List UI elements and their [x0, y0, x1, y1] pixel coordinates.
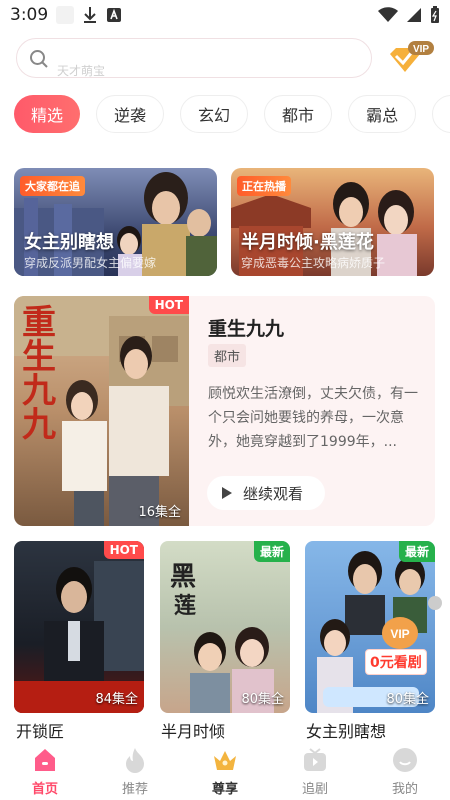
featured-poster[interactable]: 重生九九 HOT 16集全	[14, 296, 189, 526]
nav-recommend[interactable]: 推荐	[90, 742, 180, 800]
promo-label[interactable]: 0元看剧	[365, 649, 427, 675]
status-time: 3:09	[10, 5, 49, 25]
continue-label: 继续观看	[243, 484, 304, 503]
bottom-nav: 首页 推荐 尊享 追剧 我的	[0, 742, 450, 800]
drama-card[interactable]: 黑 莲 最新 80集全	[160, 541, 290, 713]
featured-title: 重生九九	[208, 318, 285, 340]
battery-icon	[431, 6, 439, 23]
wifi-icon	[378, 7, 398, 22]
play-icon	[222, 487, 232, 499]
hot-badge: HOT	[148, 296, 189, 314]
banner-card[interactable]: 正在热播 半月时倾·黑莲花 穿成恶毒公主攻略病娇质子	[231, 168, 434, 276]
featured-drama-card[interactable]: 重生九九 HOT 16集全 重生九九 都市 顾悦欢生活潦倒，丈夫欠债，有一个只会…	[14, 296, 435, 526]
profile-icon	[393, 748, 417, 772]
episode-count: 16集全	[138, 505, 181, 520]
nav-home[interactable]: 首页	[0, 742, 90, 800]
tab-nixi[interactable]: 逆袭	[96, 95, 165, 133]
drama-card-title[interactable]: 半月时倾	[161, 718, 225, 742]
search-row: 天才萌宝 VIP	[16, 38, 436, 80]
nav-label: 尊享	[211, 782, 238, 797]
svg-text:VIP: VIP	[413, 44, 429, 55]
new-badge: 最新	[398, 541, 435, 562]
drama-card[interactable]: VIP 最新 0元看剧 80集全	[305, 541, 435, 713]
notification-icons	[56, 6, 122, 24]
app-a-icon	[107, 8, 122, 22]
notification-square-icon	[56, 6, 75, 24]
drama-card-title[interactable]: 开锁匠	[16, 718, 64, 742]
featured-description: 顾悦欢生活潦倒，丈夫欠债，有一个只会问她要钱的养母，一次意外，她竟穿越到了199…	[208, 386, 418, 450]
svg-text:莲: 莲	[174, 593, 196, 619]
search-placeholder: 天才萌宝	[57, 64, 106, 78]
drama-card[interactable]: HOT 84集全	[14, 541, 144, 713]
nav-premium[interactable]: 尊享	[180, 742, 270, 800]
download-icon	[84, 7, 97, 23]
home-icon	[35, 749, 55, 771]
vip-badge-icon[interactable]: VIP	[386, 40, 436, 76]
banner-title: 女主别瞎想	[24, 232, 114, 253]
nav-label: 追剧	[301, 782, 328, 797]
nav-label: 首页	[31, 782, 58, 797]
episode-count: 80集全	[386, 692, 429, 707]
banner-subtitle: 穿成恶毒公主攻略病娇质子	[241, 256, 386, 270]
category-tabs: 精选 逆袭 玄幻 都市 霸总 古	[14, 95, 450, 135]
search-input[interactable]: 天才萌宝	[16, 38, 372, 78]
banner-card[interactable]: 大家都在追 女主别瞎想 穿成反派男配女主偏要嫁	[14, 168, 217, 276]
crown-icon	[214, 751, 236, 770]
flame-icon	[126, 748, 144, 773]
banner-tag: 大家都在追	[20, 176, 85, 196]
system-icons	[378, 6, 440, 24]
svg-text:VIP: VIP	[390, 627, 409, 641]
nav-profile[interactable]: 我的	[360, 742, 450, 800]
nav-label: 推荐	[121, 782, 148, 797]
poster-title-art: 重生九九	[22, 303, 56, 445]
nav-following[interactable]: 追剧	[270, 742, 360, 800]
episode-count: 84集全	[95, 692, 138, 707]
banner-tag: 正在热播	[237, 176, 291, 196]
hot-badge: HOT	[103, 541, 144, 559]
tab-jingxuan[interactable]: 精选	[14, 95, 81, 133]
new-badge: 最新	[253, 541, 290, 562]
nav-label: 我的	[391, 782, 418, 797]
search-icon	[30, 50, 48, 68]
tv-icon	[304, 748, 326, 771]
signal-icon	[407, 8, 421, 22]
svg-text:黑: 黑	[170, 562, 196, 592]
episode-count: 80集全	[241, 692, 284, 707]
tab-gu[interactable]: 古	[432, 95, 450, 133]
tab-bazong[interactable]: 霸总	[348, 95, 417, 133]
banner-title: 半月时倾·黑莲花	[241, 232, 374, 253]
genre-tag: 都市	[208, 344, 247, 367]
tab-xuanhuan[interactable]: 玄幻	[180, 95, 249, 133]
close-promo-button[interactable]	[428, 596, 442, 610]
continue-watching-button[interactable]: 继续观看	[207, 476, 325, 510]
banner-subtitle: 穿成反派男配女主偏要嫁	[24, 256, 157, 270]
tab-dushi[interactable]: 都市	[264, 95, 333, 133]
drama-card-title[interactable]: 女主别瞎想	[306, 718, 386, 742]
status-bar: 3:09	[0, 0, 450, 30]
